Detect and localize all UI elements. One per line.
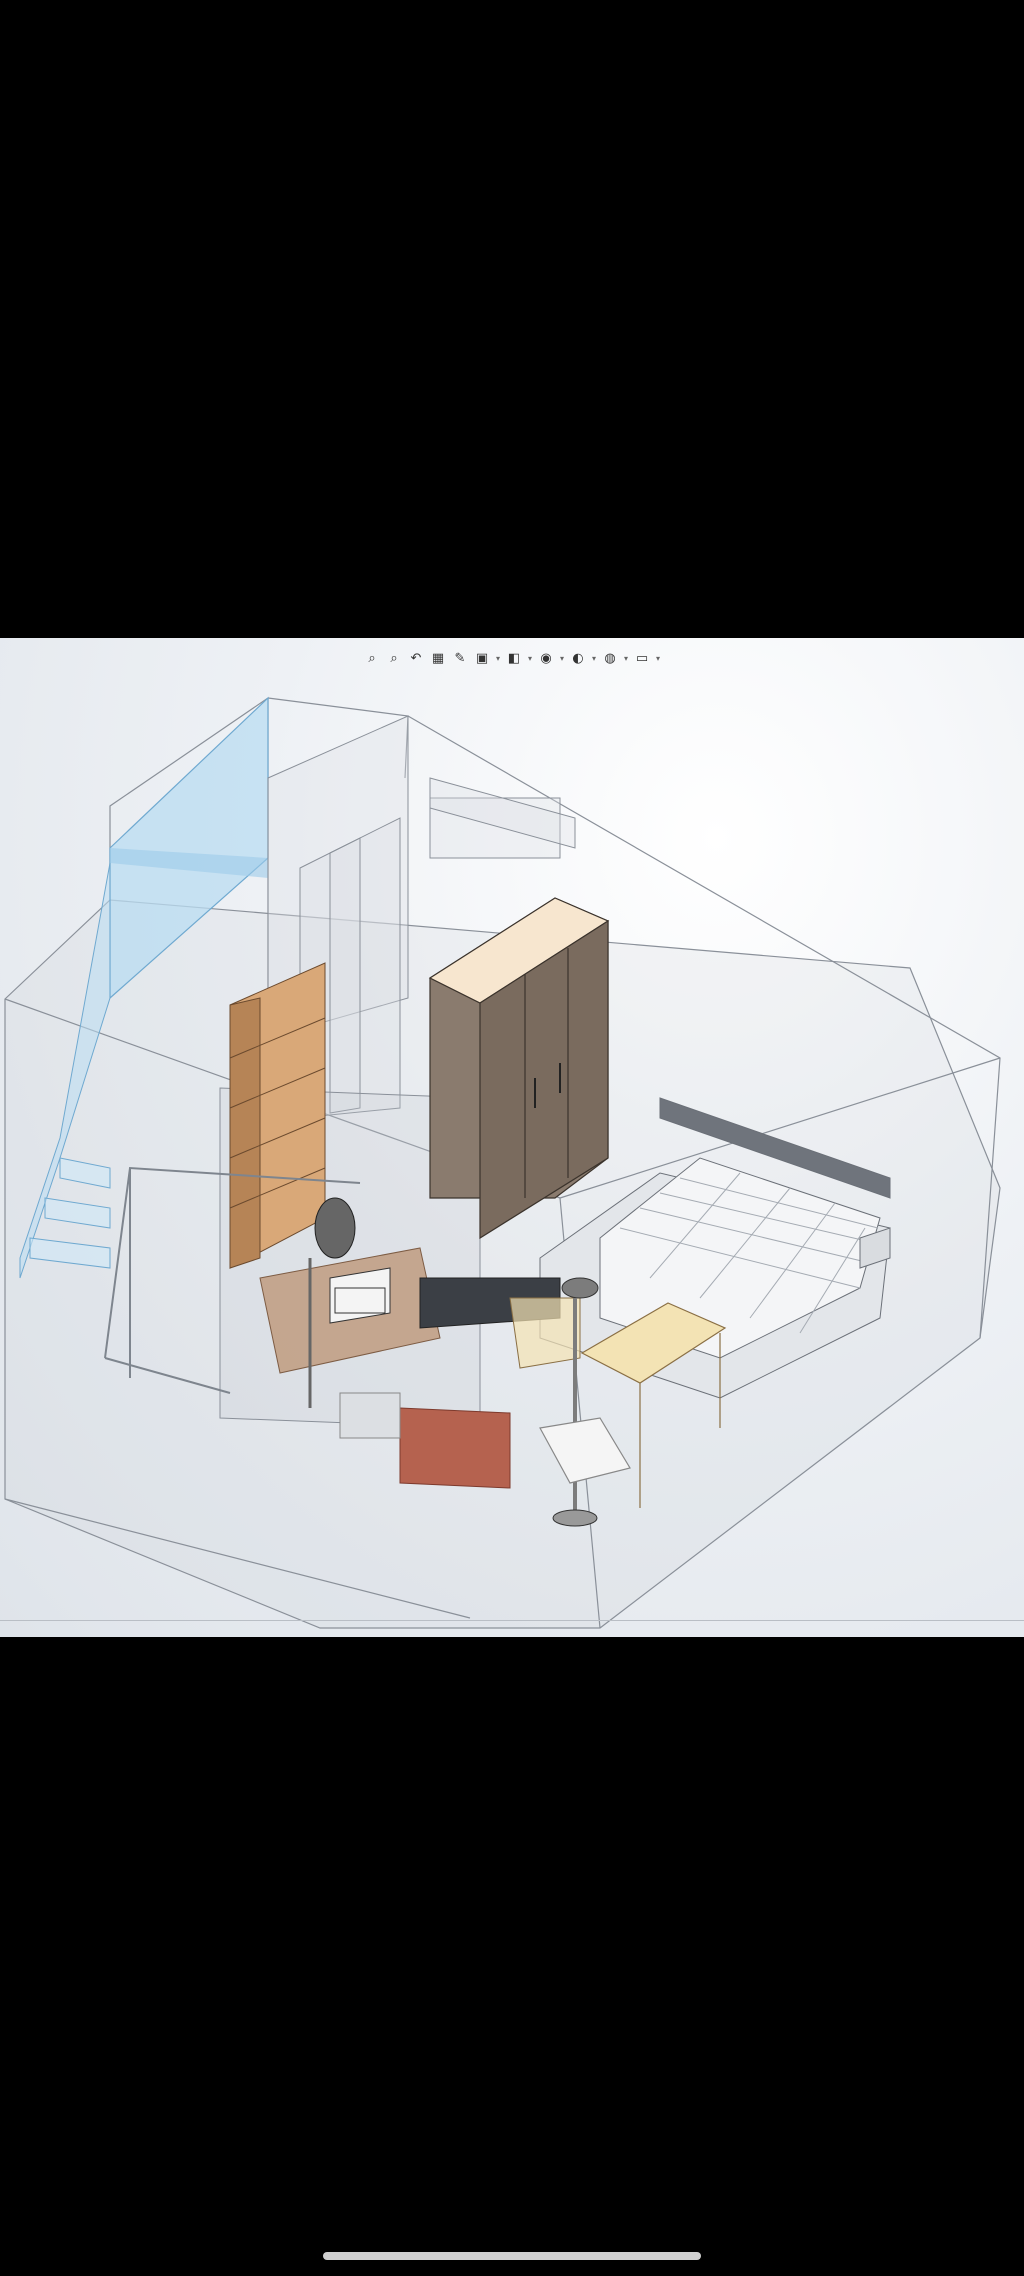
graphics-area[interactable]: ⌕ ⌕ ↶ ▦ ✎ ▣ ▾ ◧ ▾ ◉ ▾ ◐ ▾ ◍ ▾ ▭ ▾ [0,638,1024,1637]
room-assembly-model[interactable] [0,638,1024,1637]
home-indicator-bar[interactable] [323,2252,701,2260]
bookshelf [229,962,326,1269]
viewport-bottom-divider [0,1620,1024,1621]
